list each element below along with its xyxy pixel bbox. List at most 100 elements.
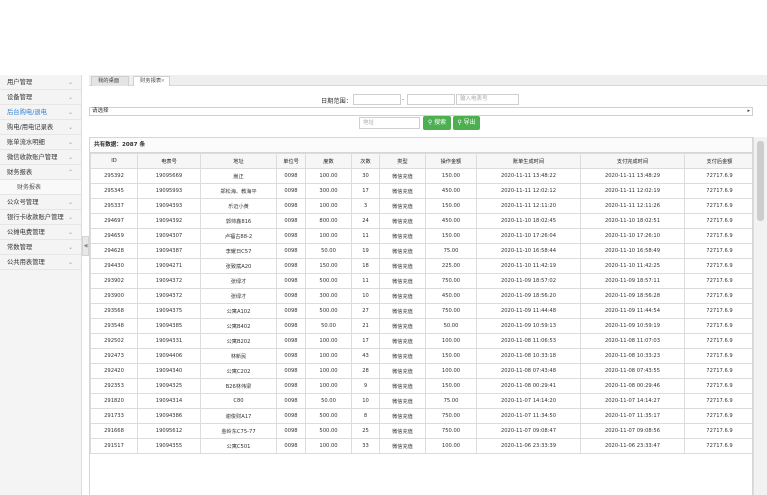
column-header: 度数 xyxy=(305,153,352,169)
tab-home-label: 我的桌面 xyxy=(98,78,120,84)
table-row[interactable]: 292420 19094340 公寓C202 0098 100.00 28 微信充值 100.… xyxy=(90,363,752,379)
table-row[interactable]: 294697 19094392 郭帅鑫816 0098 800.00 24 微信充值 450.… xyxy=(90,213,752,229)
table-cell: 0098 xyxy=(276,348,306,364)
table-cell: 2020-11-09 18:57:11 xyxy=(580,273,685,289)
table-row[interactable]: 293568 19094375 公寓A102 0098 500.00 27 微信充值 750.… xyxy=(90,303,752,319)
table-cell: 2020-11-10 18:02:51 xyxy=(580,213,685,229)
table-cell: 嵩正 xyxy=(200,168,277,184)
close-icon[interactable]: × xyxy=(161,77,165,86)
table-cell: 0098 xyxy=(276,438,306,454)
table-cell: 28 xyxy=(351,363,380,379)
tab-finance-report[interactable]: 财务报表 × xyxy=(133,76,170,86)
table-cell: 2020-11-10 17:26:04 xyxy=(476,228,581,244)
sidebar-item-6[interactable]: 财务报表 ⌃ xyxy=(0,165,81,180)
table-row[interactable]: 293900 19094372 张绿才 0098 300.00 10 微信充值 450.00 2… xyxy=(90,288,752,304)
table-row[interactable]: 294430 19094271 张致斌A20 0098 150.00 18 微信充值 225.… xyxy=(90,258,752,274)
sidebar-item-2[interactable]: 后台购电/退电 ⌄ xyxy=(0,105,81,120)
table-cell: 19094375 xyxy=(137,303,201,319)
table-row[interactable]: 292353 19094325 B26林伟梁 0098 100.00 9 微信充值 150.0… xyxy=(90,378,752,394)
table-cell: 2020-11-11 12:02:12 xyxy=(476,183,581,199)
export-button[interactable]: ⚲ 导出 xyxy=(453,116,480,130)
table-cell: 0098 xyxy=(276,168,306,184)
column-header: 支付完成时间 xyxy=(580,153,685,169)
table-cell: 100.00 xyxy=(425,363,477,379)
sidebar-item-4[interactable]: 账单流水明细 ⌄ xyxy=(0,135,81,150)
table-cell: 72717.6.9 xyxy=(684,303,752,319)
table-row[interactable]: 291733 19094386 谢俊财A17 0098 500.00 8 微信充值 750.0… xyxy=(90,408,752,424)
sidebar-item-10[interactable]: 公摊电费管理 ⌄ xyxy=(0,225,81,240)
table-cell: 2020-11-09 18:57:02 xyxy=(476,273,581,289)
search-button[interactable]: ⚲ 搜索 xyxy=(423,116,451,130)
table-cell: 100.00 xyxy=(305,198,352,214)
table-cell: 72717.6.9 xyxy=(684,423,752,439)
table-cell: 微信充值 xyxy=(379,393,426,409)
table-cell: 0098 xyxy=(276,363,306,379)
table-cell: 公寓A102 xyxy=(200,303,277,319)
table-cell: 微信充值 xyxy=(379,213,426,229)
table-cell: 17 xyxy=(351,333,380,349)
sidebar-item-0[interactable]: 用户管理 ⌄ xyxy=(0,75,81,90)
table-row[interactable]: 291820 19094314 C80 0098 50.00 10 微信充值 75.00 202… xyxy=(90,393,752,409)
scroll-thumb[interactable] xyxy=(757,141,764,221)
table-cell: 2020-11-10 17:26:10 xyxy=(580,228,685,244)
sidebar-item-11[interactable]: 常数管理 ⌄ xyxy=(0,240,81,255)
table-cell: 293900 xyxy=(90,288,138,304)
table-cell: 450.00 xyxy=(425,213,477,229)
table-scrollbar[interactable] xyxy=(753,137,767,495)
table-row[interactable]: 294628 19094387 李耀日C57 0098 50.00 19 微信充值 75.00… xyxy=(90,243,752,259)
sidebar-item-5[interactable]: 微信收款账户管理 ⌄ xyxy=(0,150,81,165)
date-end-input[interactable] xyxy=(407,94,455,105)
sidebar-subitem-finance-report[interactable]: 财务报表 xyxy=(0,180,81,195)
table-row[interactable]: 295392 19095669 嵩正 0098 100.00 30 微信充值 150.00 20… xyxy=(90,168,752,184)
table-cell: 微信充值 xyxy=(379,168,426,184)
table-cell: 100.00 xyxy=(305,438,352,454)
tab-home[interactable]: 我的桌面 xyxy=(91,76,129,86)
date-start-input[interactable] xyxy=(353,94,401,105)
table-cell: 500.00 xyxy=(305,303,352,319)
table-row[interactable]: 293902 19094372 张绿才 0098 500.00 11 微信充值 750.00 2… xyxy=(90,273,752,289)
table-row[interactable]: 295345 19095993 郑松海、教海平 0098 300.00 17 微信充值 450… xyxy=(90,183,752,199)
table-row[interactable]: 293548 19094385 公寓B402 0098 50.00 21 微信充值 50.00… xyxy=(90,318,752,334)
sidebar-item-1[interactable]: 设备管理 ⌄ xyxy=(0,90,81,105)
table-cell: 2020-11-09 18:56:28 xyxy=(580,288,685,304)
sidebar-item-3[interactable]: 购电/用电记录表 ⌄ xyxy=(0,120,81,135)
address-input[interactable]: 地址 xyxy=(359,117,420,129)
meter-number-input[interactable]: 输入电表号 xyxy=(456,94,519,105)
table-cell: 150.00 xyxy=(425,198,477,214)
table-cell: 293568 xyxy=(90,303,138,319)
sidebar-item-label: 后台购电/退电 xyxy=(7,109,47,116)
table-cell: 0098 xyxy=(276,273,306,289)
table-cell: 72717.6.9 xyxy=(684,213,752,229)
total-count-label: 共有数据： xyxy=(94,142,122,148)
sidebar-item-label: 公共用表管理 xyxy=(7,259,45,266)
table-cell: 2020-11-07 11:34:50 xyxy=(476,408,581,424)
table-cell: 293902 xyxy=(90,273,138,289)
table-cell: 2020-11-06 23:33:47 xyxy=(580,438,685,454)
chevron-down-icon: ⌄ xyxy=(67,229,73,236)
table-cell: 72717.6.9 xyxy=(684,363,752,379)
sidebar-collapse-handle[interactable]: ◀ xyxy=(82,236,89,256)
date-range-label: 日期范围： xyxy=(321,98,352,105)
sidebar-item-8[interactable]: 公众号管理 ⌄ xyxy=(0,195,81,210)
table-cell: 19094385 xyxy=(137,318,201,334)
table-row[interactable]: 291517 19094355 公寓C501 0098 100.00 33 微信充值 100.… xyxy=(90,438,752,454)
option-select[interactable]: 请选择 ▸ xyxy=(89,107,753,116)
table-cell: 微信充值 xyxy=(379,348,426,364)
table-row[interactable]: 294659 19094307 卢福古88-2 0098 100.00 11 微信充值 150… xyxy=(90,228,752,244)
chevron-down-icon: ⌄ xyxy=(67,154,73,161)
table-cell: 19 xyxy=(351,243,380,259)
table-row[interactable]: 295337 19094393 乐迈小黄 0098 100.00 3 微信充值 150.00 2… xyxy=(90,198,752,214)
table-cell: 294628 xyxy=(90,243,138,259)
column-header: 地址 xyxy=(200,153,277,169)
table-cell: 72717.6.9 xyxy=(684,243,752,259)
export-button-label: 导出 xyxy=(463,119,476,126)
table-row[interactable]: 292473 19094406 林新民 0098 100.00 43 微信充值 150.00 2… xyxy=(90,348,752,364)
sidebar-item-12[interactable]: 公共用表管理 ⌄ xyxy=(0,255,81,270)
table-cell: 3 xyxy=(351,198,380,214)
table-cell: 50.00 xyxy=(305,318,352,334)
search-icon: ⚲ xyxy=(427,119,433,126)
sidebar-item-9[interactable]: 银行卡收款账户管理 ⌄ xyxy=(0,210,81,225)
table-cell: 公寓B402 xyxy=(200,318,277,334)
table-row[interactable]: 292502 19094331 公寓B202 0098 100.00 17 微信充值 100.… xyxy=(90,333,752,349)
table-row[interactable]: 291668 19095612 金岭东C75-77 0098 500.00 25 微信充值 7… xyxy=(90,423,752,439)
